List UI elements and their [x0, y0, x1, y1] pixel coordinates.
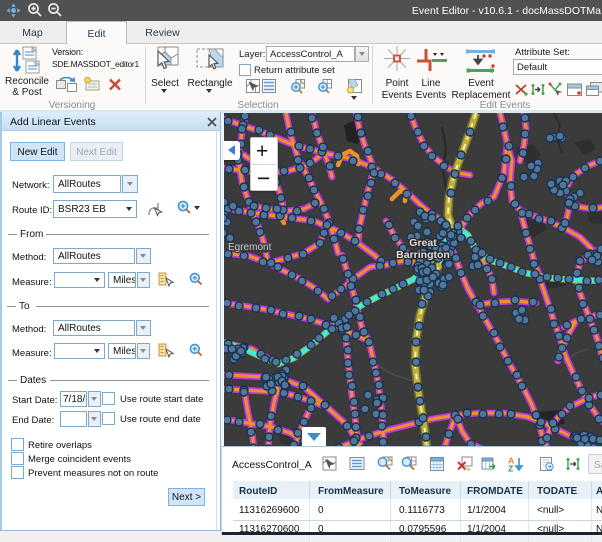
svg-text:Egremont: Egremont [228, 242, 272, 253]
svg-text:Barrington: Barrington [396, 249, 450, 261]
svg-text:Great: Great [409, 237, 437, 249]
svg-text:Z: Z [508, 464, 513, 473]
